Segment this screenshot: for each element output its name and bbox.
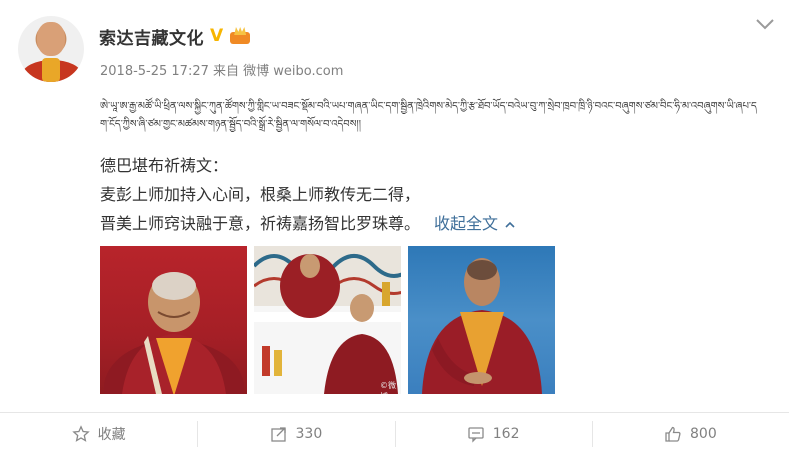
timestamp[interactable]: 2018-5-25 17:27 xyxy=(100,64,209,79)
tibetan-text: ཨེ་ཡཱ་ཨ་རྒྱ་མཚོ་ཡི་ཕྲིན་ལས་སྐྱིང་ཀུན་ཚོག… xyxy=(100,101,757,130)
chevron-down-icon[interactable] xyxy=(754,16,776,32)
collapse-label[interactable]: 收起全文 xyxy=(434,214,498,233)
photo-watermark: ©微博 xyxy=(380,381,396,394)
post-line-1: 德巴堪布祈祷文： xyxy=(100,156,229,175)
weibo-post-card: 索达吉藏文化 V 2018-5-25 17:27 来自 微博 weibo.com… xyxy=(0,0,789,454)
post-meta: 2018-5-25 17:27 来自 微博 weibo.com xyxy=(100,60,343,79)
star-icon xyxy=(71,424,90,442)
like-count: 800 xyxy=(690,425,717,442)
verified-v-icon: V xyxy=(210,26,224,46)
share-arrow-icon xyxy=(270,426,286,442)
favorite-label: 收藏 xyxy=(97,426,126,443)
photo-1[interactable] xyxy=(100,246,247,394)
post-line-2: 麦彭上师加持入心间，根桑上师教传无二得， xyxy=(100,185,421,204)
photo-grid: ©微博 xyxy=(100,246,556,394)
like-button[interactable]: 800 xyxy=(591,413,789,454)
post-line-3-text: 晋美上师窍诀融于意，祈祷嘉扬智比罗珠尊。 xyxy=(100,214,421,233)
username[interactable]: 索达吉藏文化 xyxy=(99,24,204,49)
source[interactable]: 来自 微博 weibo.com xyxy=(213,64,343,79)
post-line-3: 晋美上师窍诀融于意，祈祷嘉扬智比罗珠尊。 收起全文 xyxy=(100,210,516,234)
avatar[interactable] xyxy=(18,16,84,82)
repost-button[interactable]: 330 xyxy=(197,413,394,454)
repost-count: 330 xyxy=(295,425,323,442)
avatar-robe-inner xyxy=(42,58,60,82)
chevron-up-icon[interactable] xyxy=(504,219,516,231)
member-crown-icon xyxy=(229,27,251,45)
comment-count: 162 xyxy=(492,425,520,442)
photo-3[interactable] xyxy=(408,246,555,394)
favorite-button[interactable]: 收藏 xyxy=(0,413,197,454)
action-bar: 收藏 330 162 800 xyxy=(0,413,789,454)
photo-2[interactable]: ©微博 xyxy=(254,246,401,394)
author-row: 索达吉藏文化 V xyxy=(99,22,251,50)
collapse-link[interactable]: 收起全文 xyxy=(434,214,516,233)
avatar-face xyxy=(37,22,65,56)
thumbs-up-icon xyxy=(665,426,681,442)
comment-bubble-icon xyxy=(468,426,484,443)
comment-button[interactable]: 162 xyxy=(394,413,592,454)
